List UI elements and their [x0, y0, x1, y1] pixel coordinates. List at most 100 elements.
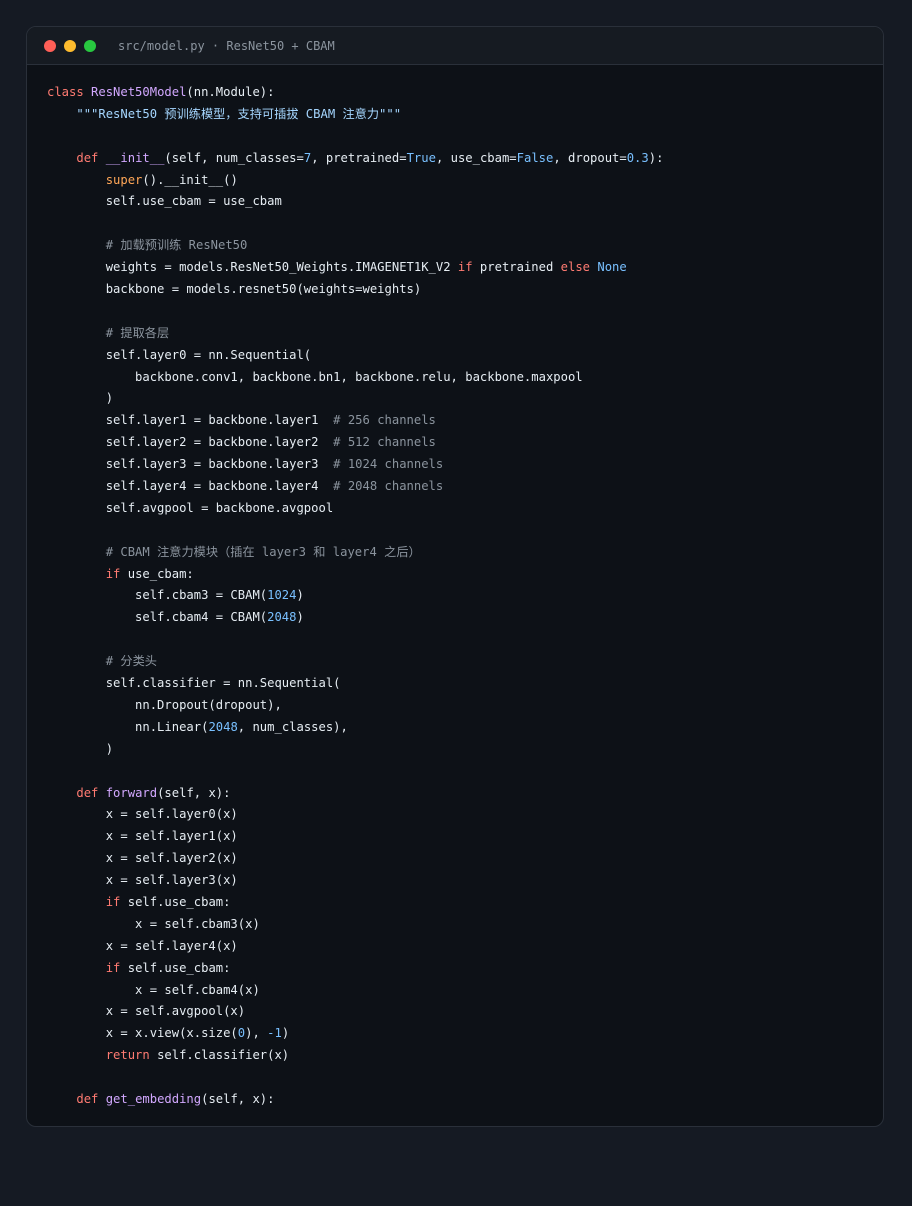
- code-line: self.classifier = nn.Sequential(: [47, 673, 663, 695]
- code-token: if: [105, 894, 121, 909]
- code-token: None: [590, 260, 627, 275]
- code-line: x = self.layer2(x): [47, 848, 663, 870]
- code-line: """ResNet50 预训练模型，支持可插拔 CBAM 注意力""": [47, 104, 663, 126]
- code-token: (self, num_classes=: [164, 150, 304, 165]
- code-token: , num_classes),: [237, 719, 348, 734]
- code-line: # 加载预训练 ResNet50: [47, 235, 663, 257]
- code-line: self.layer4 = backbone.layer4 # 2048 cha…: [47, 476, 663, 498]
- window-title: src/model.py · ResNet50 + CBAM: [118, 38, 335, 53]
- code-line: # 分类头: [47, 651, 663, 673]
- code-token: def: [76, 785, 106, 800]
- code-token: class: [47, 85, 92, 99]
- code-token: def: [76, 150, 106, 165]
- code-line: self.avgpool = backbone.avgpool: [47, 498, 663, 520]
- code-token: x = self.layer1(x): [47, 829, 238, 844]
- code-line: x = self.cbam3(x): [47, 914, 663, 936]
- code-token: 1024: [267, 588, 297, 603]
- code-token: x = self.cbam3(x): [47, 916, 260, 931]
- code-line: x = self.cbam4(x): [47, 980, 663, 1002]
- code-token: # 提取各层: [105, 325, 170, 340]
- code-token: , use_cbam=: [435, 150, 517, 165]
- code-token: else: [560, 260, 591, 275]
- code-token: self.layer4 = backbone.layer4: [47, 479, 334, 494]
- code-token: x = x.view(x.size(: [47, 1026, 238, 1041]
- code-line: self.cbam3 = CBAM(1024): [47, 585, 663, 607]
- code-token: self.layer0 = nn.Sequential(: [47, 347, 312, 362]
- code-token: True: [406, 150, 436, 165]
- code-token: def: [76, 1091, 106, 1106]
- code-line: nn.Linear(2048, num_classes),: [47, 717, 663, 739]
- code-token: (self, x):: [157, 785, 231, 800]
- code-token: ().__init__(): [142, 172, 238, 187]
- code-line: ): [47, 739, 663, 761]
- code-line: self.use_cbam = use_cbam: [47, 191, 663, 213]
- code-token: # 分类头: [105, 654, 157, 669]
- code-token: backbone = models.resnet50(weights=weigh…: [47, 282, 422, 297]
- code-token: # 256 channels: [333, 413, 436, 428]
- code-token: self.use_cbam:: [120, 894, 231, 909]
- code-token: False: [516, 150, 554, 165]
- code-token: ): [281, 1026, 290, 1041]
- code-token: get_embedding: [105, 1091, 202, 1106]
- maximize-dot-icon[interactable]: [84, 39, 96, 52]
- code-line: if self.use_cbam:: [47, 958, 663, 980]
- code-token: 0.3: [626, 150, 649, 165]
- code-token: x = self.layer3(x): [47, 873, 238, 888]
- code-line: x = self.avgpool(x): [47, 1001, 663, 1023]
- code-token: # 2048 channels: [333, 479, 444, 494]
- code-token: forward: [105, 785, 158, 800]
- code-token: use_cbam:: [120, 566, 194, 581]
- code-token: # 512 channels: [333, 435, 436, 450]
- code-line: # 提取各层: [47, 323, 663, 345]
- code-line: def get_embedding(self, x):: [47, 1089, 663, 1111]
- code-token: self.layer2 = backbone.layer2: [47, 435, 334, 450]
- code-token: ): [47, 391, 114, 406]
- code-line: self.layer0 = nn.Sequential(: [47, 345, 663, 367]
- code-token: x = self.avgpool(x): [47, 1004, 246, 1019]
- close-dot-icon[interactable]: [44, 39, 56, 52]
- code-line: if self.use_cbam:: [47, 892, 663, 914]
- minimize-dot-icon[interactable]: [64, 39, 76, 52]
- code-line: x = self.layer1(x): [47, 826, 663, 848]
- code-token: ): [296, 610, 304, 625]
- code-line: backbone.conv1, backbone.bn1, backbone.r…: [47, 367, 663, 389]
- code-token: nn.Dropout(dropout),: [47, 697, 282, 712]
- code-token: if: [105, 960, 121, 975]
- code-line: self.cbam4 = CBAM(2048): [47, 607, 663, 629]
- code-line: nn.Dropout(dropout),: [47, 695, 663, 717]
- code-token: if: [457, 260, 473, 275]
- code-line: x = self.layer0(x): [47, 804, 663, 826]
- code-token: x = self.layer0(x): [47, 807, 238, 822]
- code-line: x = x.view(x.size(0), -1): [47, 1023, 663, 1045]
- code-token: self.layer3 = backbone.layer3: [47, 457, 334, 472]
- code-editor[interactable]: class ResNet50Model(nn.Module): """ResNe…: [47, 82, 663, 1111]
- code-token: super: [105, 172, 143, 187]
- code-line: super().__init__(): [47, 170, 663, 192]
- window-titlebar: src/model.py · ResNet50 + CBAM: [27, 27, 883, 65]
- code-line: def forward(self, x):: [47, 783, 663, 805]
- code-line: ): [47, 388, 663, 410]
- code-token: (nn.Module):: [186, 85, 275, 99]
- code-line: class ResNet50Model(nn.Module):: [47, 82, 663, 104]
- code-line: x = self.layer4(x): [47, 936, 663, 958]
- code-token: -1: [267, 1026, 282, 1041]
- code-line: if use_cbam:: [47, 564, 663, 586]
- code-token: self.use_cbam:: [120, 960, 231, 975]
- code-token: weights = models.ResNet50_Weights.IMAGEN…: [47, 260, 458, 275]
- code-token: backbone.conv1, backbone.bn1, backbone.r…: [47, 369, 583, 384]
- code-window: src/model.py · ResNet50 + CBAM class Res…: [26, 26, 884, 1127]
